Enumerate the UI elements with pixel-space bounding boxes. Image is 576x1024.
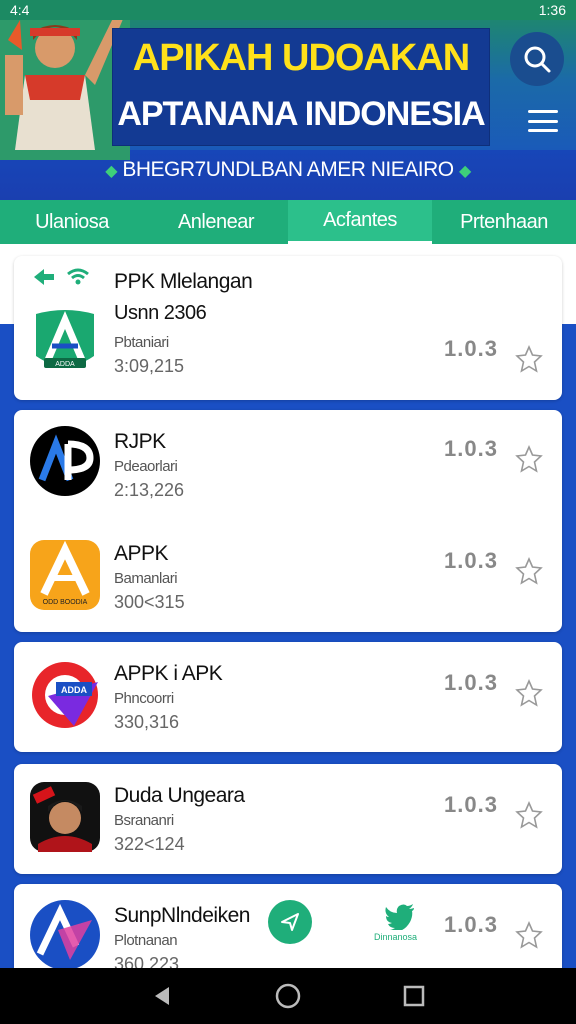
recents-icon[interactable]: [402, 984, 426, 1008]
back-icon[interactable]: [150, 984, 174, 1008]
app-version: 1.0.3: [444, 912, 498, 937]
app-category: Pdeaorlari: [114, 458, 178, 475]
system-nav-bar: [0, 968, 576, 1024]
app-name: RJPK: [114, 430, 166, 453]
star-icon[interactable]: [514, 678, 544, 708]
app-icon-text: ADDA: [55, 361, 75, 368]
star-icon[interactable]: [514, 800, 544, 830]
app-version: 1.0.3: [444, 548, 498, 573]
hero-illustration: [0, 0, 130, 160]
app-icon-text: ADDA: [61, 685, 87, 695]
tab-3[interactable]: Acfantes: [288, 200, 432, 244]
app-version: 1.0.3: [444, 792, 498, 817]
app-version: 1.0.3: [444, 670, 498, 695]
app-name: SunpNlndeiken: [114, 904, 250, 927]
app-subtitle: Usnn 2306: [114, 302, 207, 324]
send-button[interactable]: [268, 900, 312, 944]
home-icon[interactable]: [274, 982, 302, 1010]
app-card[interactable]: PPK Mlelangan Usnn 2306 ADDA Pbtaniari 3…: [14, 256, 562, 400]
diamond-icon: ◆: [105, 163, 118, 180]
app-version: 1.0.3: [444, 336, 498, 361]
search-icon: [524, 46, 551, 73]
tab-1[interactable]: Ulaniosa: [0, 200, 144, 244]
status-bar: 4:4 1:36: [0, 0, 576, 20]
tab-bar: Ulaniosa Anlenear Acfantes Prtenhaan: [0, 200, 576, 244]
app-category: Bsrananri: [114, 812, 174, 829]
app-name: APPK i APK: [114, 662, 223, 685]
tab-4[interactable]: Prtenhaan: [432, 200, 576, 244]
header-banner: APIKAH UDOAKAN APTANANA INDONESIA ◆ BHEG…: [0, 0, 576, 200]
app-downloads: 360,223: [114, 954, 180, 968]
app-category: Phncoorri: [114, 690, 174, 707]
diamond-icon: ◆: [458, 163, 471, 180]
title-box: APIKAH UDOAKAN APTANANA INDONESIA: [112, 28, 490, 146]
app-version: 1.0.3: [444, 436, 498, 461]
app-category: Plotnanan: [114, 932, 178, 949]
app-icon: ADDA: [32, 662, 98, 728]
app-icon: [30, 426, 100, 496]
hamburger-line: [528, 110, 558, 113]
share-label: Dinnanosa: [374, 932, 418, 942]
app-downloads: 322<124: [114, 834, 185, 854]
app-card[interactable]: RJPK Pdeaorlari 2:13,226 1.0.3 ODD BOODI…: [14, 410, 562, 632]
app-category: Pbtaniari: [114, 334, 169, 351]
app-card[interactable]: Duda Ungeara Bsrananri 322<124 1.0.3: [14, 764, 562, 874]
app-card[interactable]: ADDA APPK i APK Phncoorri 330,316 1.0.3: [14, 642, 562, 752]
app-name: Duda Ungeara: [114, 784, 245, 807]
hamburger-line: [528, 129, 558, 132]
star-icon[interactable]: [514, 920, 544, 950]
app-downloads: 330,316: [114, 712, 180, 732]
app-icon: [30, 782, 100, 852]
star-icon[interactable]: [514, 556, 544, 586]
header-title-line1: APIKAH UDOAKAN: [132, 37, 470, 79]
send-icon: [281, 913, 299, 931]
star-icon[interactable]: [514, 444, 544, 474]
app-name: APPK: [114, 542, 169, 565]
app-list: PPK Mlelangan Usnn 2306 ADDA Pbtaniari 3…: [0, 244, 576, 968]
star-icon[interactable]: [514, 344, 544, 374]
app-downloads: 300<315: [114, 592, 185, 612]
status-left: 4:4: [10, 2, 30, 18]
app-downloads: 3:09,215: [114, 356, 185, 376]
header-subtitle-text: BHEGR7UNDLBAN AMER NIEAIRO: [122, 158, 454, 181]
app-card[interactable]: SunpNlndeiken Plotnanan 360,223 Dinnanos…: [14, 884, 562, 968]
search-button[interactable]: [510, 32, 564, 86]
status-time: 1:36: [538, 2, 566, 18]
header-title-line2: APTANANA INDONESIA: [117, 95, 485, 133]
twitter-icon[interactable]: [384, 904, 416, 930]
app-icon: ADDA: [36, 310, 94, 368]
app-category: Bamanlari: [114, 570, 178, 587]
app-downloads: 2:13,226: [114, 480, 185, 500]
tab-2[interactable]: Anlenear: [144, 200, 288, 244]
header-subtitle: ◆ BHEGR7UNDLBAN AMER NIEAIRO ◆: [0, 158, 576, 182]
menu-button[interactable]: [522, 104, 564, 138]
app-icon-text: ODD BOODIA: [43, 599, 88, 606]
hamburger-line: [528, 119, 558, 123]
app-icon: [30, 900, 100, 968]
app-name: PPK Mlelangan: [114, 270, 253, 293]
app-icon: ODD BOODIA: [30, 540, 100, 610]
